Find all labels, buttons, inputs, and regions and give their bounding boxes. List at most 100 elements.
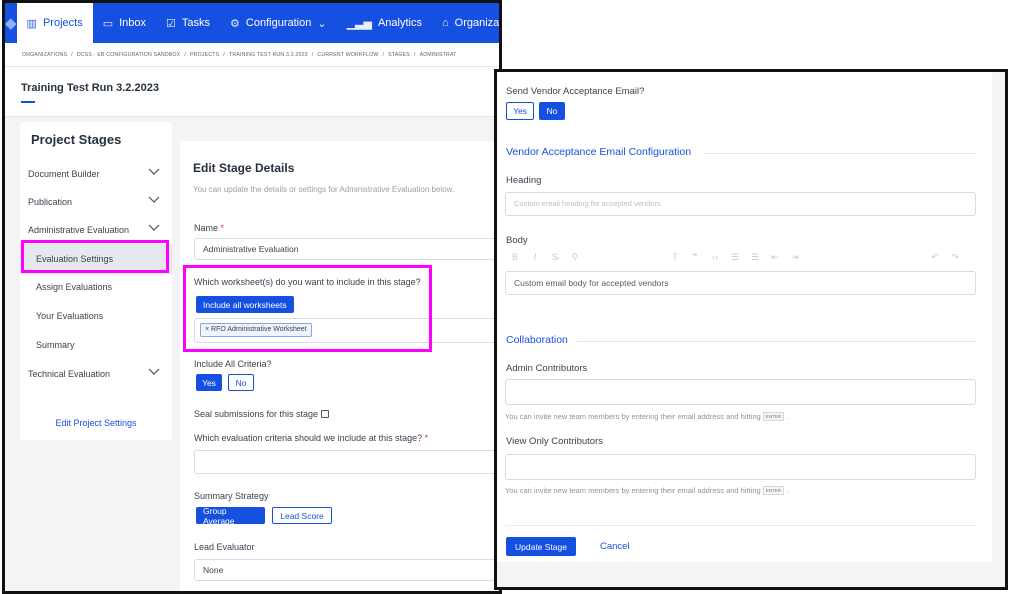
admin-contributors-label: Admin Contributors: [506, 363, 588, 374]
edit-project-settings-link[interactable]: Edit Project Settings: [20, 418, 172, 428]
cancel-button[interactable]: Cancel: [600, 541, 630, 552]
stage-technical-evaluation[interactable]: Technical Evaluation: [20, 360, 172, 388]
lead-score-button[interactable]: Lead Score: [272, 507, 332, 524]
view-only-invite-hint: You can invite new team members by enter…: [505, 486, 789, 495]
breadcrumb-item[interactable]: STAGES: [388, 52, 410, 58]
stage-publication[interactable]: Publication: [20, 188, 172, 216]
stage-your-evaluations[interactable]: Your Evaluations: [20, 302, 172, 330]
quote-icon[interactable]: ❞: [685, 252, 705, 263]
seal-row: Seal submissions for this stage: [194, 409, 330, 419]
stage-settings-card: Send Vendor Acceptance Email? Yes No Ven…: [497, 72, 992, 562]
project-title: Training Test Run 3.2.2023: [21, 82, 159, 94]
vendor-email-yes-button[interactable]: Yes: [506, 102, 534, 120]
body-label: Body: [506, 235, 528, 246]
nav-projects[interactable]: ▥ Projects: [16, 3, 93, 43]
breadcrumb-item[interactable]: ADMINISTRAT: [420, 52, 457, 58]
top-navigation: ◆ ▥ Projects ▭ Inbox ☑ Tasks ⚙ Configuration…: [5, 3, 499, 43]
outdent-icon[interactable]: ⇤: [765, 252, 785, 263]
chevron-down-icon: [148, 224, 160, 231]
include-criteria-no-button[interactable]: No: [228, 374, 254, 391]
criteria-question-row: Which evaluation criteria should we incl…: [194, 433, 428, 443]
enter-key-badge: ENTER: [762, 412, 785, 421]
breadcrumb-item[interactable]: DCSS - EB CONFIGURATION SANDBOX: [77, 52, 181, 58]
admin-invite-hint: You can invite new team members by enter…: [505, 412, 789, 421]
italic-icon[interactable]: I: [525, 252, 545, 262]
email-heading-input[interactable]: Custom email heading for accepted vendor…: [505, 192, 976, 216]
projects-icon: ▥: [26, 17, 37, 30]
vendor-email-section-title: Vendor Acceptance Email Configuration: [506, 146, 692, 158]
edit-stage-panel: Edit Stage Details You can update the de…: [180, 141, 499, 591]
enter-key-badge: ENTER: [762, 486, 785, 495]
breadcrumb-separator: /: [413, 51, 416, 58]
undo-icon[interactable]: ↶: [925, 252, 945, 263]
project-stages-panel: Project Stages Document Builder Publicat…: [20, 122, 172, 440]
nav-label: Configuration: [245, 17, 312, 29]
gear-icon: ⚙: [230, 17, 240, 30]
rich-text-toolbar: B I S̶ ⚲ T ❞ ‹› ☰ ☰ ⇤ ⇥ ↶ ↷: [505, 250, 976, 264]
include-criteria-label: Include All Criteria?: [194, 359, 272, 369]
vendor-email-question: Send Vendor Acceptance Email?: [506, 86, 645, 97]
redo-icon[interactable]: ↷: [945, 252, 965, 263]
bold-icon[interactable]: B: [505, 252, 525, 262]
breadcrumb-item[interactable]: TRAINING TEST RUN 3.2.2023: [229, 52, 308, 58]
lead-evaluator-label: Lead Evaluator: [194, 542, 255, 552]
breadcrumb: ORGANIZATIONS / DCSS - EB CONFIGURATION …: [5, 43, 499, 67]
bullet-list-icon[interactable]: ☰: [725, 252, 745, 263]
strikethrough-icon[interactable]: S̶: [545, 252, 565, 262]
edit-stage-subtitle: You can update the details or settings f…: [193, 185, 455, 194]
edit-stage-title: Edit Stage Details: [193, 161, 295, 175]
stage-assign-evaluations[interactable]: Assign Evaluations: [20, 273, 172, 301]
name-input[interactable]: Administrative Evaluation: [194, 238, 499, 260]
stage-label: Assign Evaluations: [36, 282, 113, 292]
vendor-email-no-button[interactable]: No: [539, 102, 565, 120]
required-mark: *: [424, 433, 429, 443]
breadcrumb-separator: /: [71, 51, 73, 58]
stage-label: Your Evaluations: [36, 311, 104, 321]
name-label-text: Name: [194, 223, 219, 233]
organization-icon: ⌂: [441, 17, 449, 29]
code-icon[interactable]: ‹›: [705, 252, 725, 262]
section-divider: [577, 341, 976, 342]
breadcrumb-separator: /: [382, 51, 385, 58]
email-body-editor[interactable]: Custom email body for accepted vendors: [505, 271, 976, 295]
view-only-contributors-label: View Only Contributors: [506, 436, 603, 447]
tasks-icon: ☑: [166, 17, 176, 30]
breadcrumb-item[interactable]: CURRENT WORKFLOW: [317, 52, 378, 58]
stage-label: Technical Evaluation: [28, 369, 111, 379]
view-only-contributors-input[interactable]: [505, 454, 976, 480]
criteria-select[interactable]: [194, 450, 499, 474]
nav-tasks[interactable]: ☑ Tasks: [156, 3, 220, 43]
section-divider: [703, 153, 976, 154]
stage-summary[interactable]: Summary: [20, 331, 172, 359]
breadcrumb-separator: /: [184, 51, 187, 58]
highlight-worksheets: [183, 265, 432, 352]
breadcrumb-item[interactable]: ORGANIZATIONS: [22, 52, 67, 58]
stage-label: Administrative Evaluation: [28, 225, 130, 235]
nav-configuration[interactable]: ⚙ Configuration ⌄: [220, 3, 337, 43]
stage-document-builder[interactable]: Document Builder: [20, 160, 172, 188]
heading-icon[interactable]: T: [665, 252, 685, 262]
indent-icon[interactable]: ⇥: [785, 252, 805, 263]
breadcrumb-item[interactable]: PROJECTS: [190, 52, 219, 58]
lead-evaluator-select[interactable]: None: [194, 559, 499, 581]
nav-label: Analytics: [377, 17, 422, 29]
breadcrumb-separator: /: [311, 51, 314, 58]
numbered-list-icon[interactable]: ☰: [745, 252, 765, 263]
group-average-button[interactable]: Group Average: [196, 506, 265, 526]
nav-organization[interactable]: ⌂ Organization: [432, 3, 499, 43]
admin-contributors-input[interactable]: [505, 379, 976, 405]
inbox-icon: ▭: [102, 17, 114, 30]
seal-checkbox[interactable]: [321, 410, 330, 418]
app-logo-icon[interactable]: ◆: [5, 3, 17, 43]
link-icon[interactable]: ⚲: [565, 252, 585, 263]
nav-analytics[interactable]: ▁▃▅ Analytics: [337, 3, 432, 43]
analytics-icon: ▁▃▅: [346, 17, 372, 30]
include-criteria-yes-button[interactable]: Yes: [196, 374, 222, 391]
update-stage-button[interactable]: Update Stage: [506, 537, 576, 556]
stages-heading: Project Stages: [31, 132, 122, 147]
nav-label: Projects: [42, 17, 83, 29]
nav-label: Inbox: [119, 17, 147, 29]
nav-inbox[interactable]: ▭ Inbox: [93, 3, 156, 43]
nav-label: Tasks: [181, 17, 211, 29]
collaboration-section-title: Collaboration: [506, 334, 568, 346]
